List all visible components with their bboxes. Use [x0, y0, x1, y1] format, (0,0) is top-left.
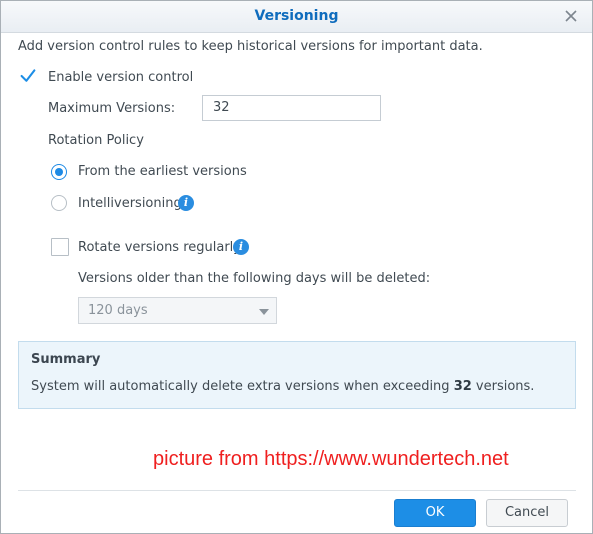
watermark: picture from https://www.wundertech.net — [153, 448, 509, 470]
close-icon[interactable] — [563, 8, 579, 24]
summary-text: System will automatically delete extra v… — [31, 379, 534, 394]
max-versions-input[interactable]: 32 — [202, 95, 381, 121]
check-icon — [20, 69, 36, 82]
deletion-days-select[interactable]: 120 days — [78, 297, 277, 324]
dialog-title: Versioning — [254, 8, 339, 24]
max-versions-label: Maximum Versions: — [48, 101, 176, 116]
radio-intelliversioning[interactable] — [51, 195, 67, 211]
summary-panel: Summary System will automatically delete… — [18, 341, 576, 409]
cancel-button[interactable]: Cancel — [486, 499, 568, 527]
summary-text-before: System will automatically delete extra v… — [31, 379, 454, 394]
dialog-titlebar: Versioning — [1, 1, 592, 33]
radio-intelliversioning-label[interactable]: Intelliversioning — [78, 196, 182, 211]
radio-earliest-versions-label[interactable]: From the earliest versions — [78, 164, 247, 179]
rotate-regularly-checkbox[interactable] — [51, 238, 69, 256]
summary-version-count: 32 — [453, 379, 472, 394]
info-icon[interactable]: i — [233, 239, 249, 255]
dialog-description: Add version control rules to keep histor… — [18, 39, 483, 54]
rotate-regularly-label[interactable]: Rotate versions regularly — [78, 240, 241, 255]
summary-text-after: versions. — [471, 379, 535, 394]
rotation-policy-label: Rotation Policy — [48, 133, 144, 148]
versioning-dialog: Versioning Add version control rules to … — [0, 0, 593, 534]
chevron-down-icon — [259, 309, 269, 315]
deletion-days-value: 120 days — [88, 303, 148, 318]
ok-button[interactable]: OK — [394, 499, 476, 527]
summary-heading: Summary — [31, 352, 101, 367]
deletion-days-label: Versions older than the following days w… — [78, 271, 431, 286]
info-icon[interactable]: i — [178, 195, 194, 211]
enable-version-control-checkbox[interactable] — [20, 68, 36, 84]
enable-version-control-label[interactable]: Enable version control — [48, 70, 193, 85]
footer-divider — [18, 490, 576, 491]
radio-earliest-versions[interactable] — [51, 164, 67, 180]
